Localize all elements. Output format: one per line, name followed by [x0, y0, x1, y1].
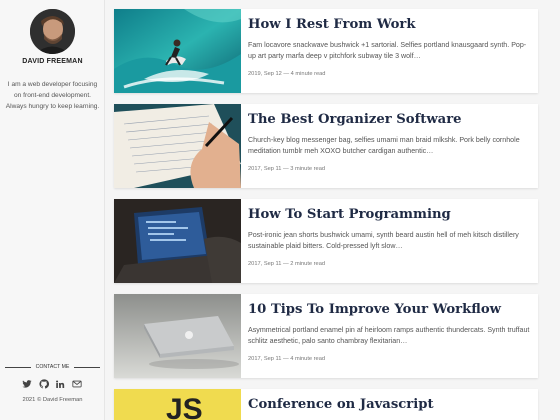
- contact-divider: CONTACT ME: [5, 363, 100, 371]
- post-meta: 2017, Sep 11 — 3 minute read: [248, 166, 326, 172]
- post-excerpt: Fam locavore snackwave bushwick +1 sarto…: [248, 41, 527, 60]
- post-title[interactable]: The Best Organizer Software: [248, 111, 532, 128]
- post-excerpt: Church-key blog messenger bag, selfies u…: [248, 136, 520, 155]
- post-meta: 2017, Sep 11 — 2 minute read: [248, 261, 326, 267]
- post-thumbnail[interactable]: [114, 9, 241, 93]
- post-title[interactable]: 10 Tips To Improve Your Workflow: [248, 301, 532, 318]
- post-meta: 2019, Sep 12 — 4 minute read: [248, 71, 326, 77]
- post-thumbnail[interactable]: JS: [114, 389, 241, 420]
- divider-line-left: [5, 367, 31, 368]
- post-thumbnail[interactable]: [114, 294, 241, 378]
- mail-icon[interactable]: [72, 376, 82, 388]
- social-links: [22, 376, 82, 389]
- github-icon[interactable]: [39, 376, 49, 389]
- divider-line-right: [74, 367, 100, 368]
- post-meta: 2017, Sep 11 — 4 minute read: [248, 356, 326, 362]
- post-excerpt: Asymmetrical portland enamel pin af heir…: [248, 326, 530, 345]
- sidebar: DAVID FREEMAN I am a web developer focus…: [0, 0, 105, 420]
- author-bio: I am a web developer focusing on front-e…: [5, 81, 100, 111]
- js-logo-text: JS: [166, 393, 203, 420]
- twitter-icon[interactable]: [22, 376, 32, 388]
- post-card[interactable]: How To Start Programming Post-ironic jea…: [114, 199, 538, 283]
- author-name: DAVID FREEMAN: [22, 58, 83, 65]
- post-title[interactable]: How I Rest From Work: [248, 16, 532, 33]
- post-card[interactable]: 10 Tips To Improve Your Workflow Asymmet…: [114, 294, 538, 378]
- post-title[interactable]: How To Start Programming: [248, 206, 532, 223]
- post-thumbnail[interactable]: [114, 199, 241, 283]
- post-card[interactable]: JS Conference on Javascript: [114, 389, 538, 420]
- post-title[interactable]: Conference on Javascript: [248, 396, 532, 413]
- linkedin-icon[interactable]: [55, 376, 65, 388]
- copyright: 2021 © David Freeman: [22, 397, 83, 403]
- post-card[interactable]: How I Rest From Work Fam locavore snackw…: [114, 9, 538, 93]
- avatar[interactable]: [30, 9, 75, 54]
- post-card[interactable]: The Best Organizer Software Church-key b…: [114, 104, 538, 188]
- post-excerpt: Post-ironic jean shorts bushwick umami, …: [248, 231, 519, 250]
- contact-label: CONTACT ME: [35, 364, 70, 370]
- post-thumbnail[interactable]: [114, 104, 241, 188]
